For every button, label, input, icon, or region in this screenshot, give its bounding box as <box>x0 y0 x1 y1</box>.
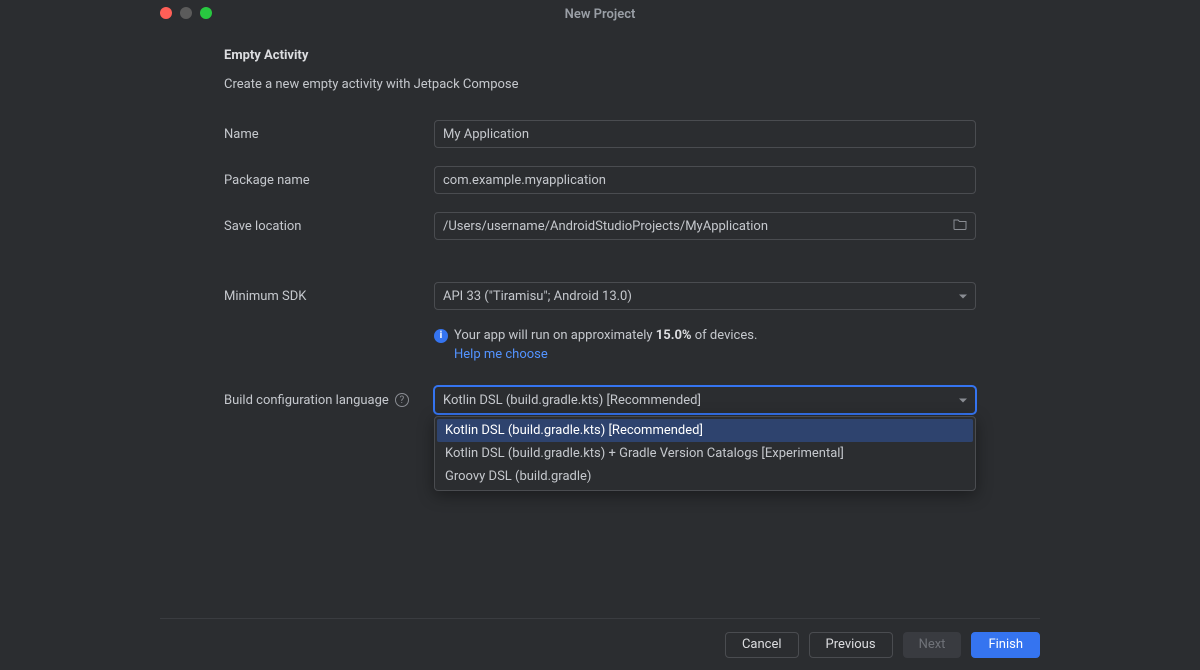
titlebar: New Project <box>0 0 1200 28</box>
package-label: Package name <box>224 173 434 188</box>
build-language-label: Build configuration language ? <box>224 393 434 408</box>
save-location-value: /Users/username/AndroidStudioProjects/My… <box>443 219 768 234</box>
main-content: Empty Activity Create a new empty activi… <box>224 48 976 432</box>
info-icon: i <box>434 329 448 343</box>
window-controls <box>160 7 212 19</box>
build-language-value: Kotlin DSL (build.gradle.kts) [Recommend… <box>443 393 701 408</box>
footer: Cancel Previous Next Finish <box>160 618 1040 670</box>
name-input-value: My Application <box>443 127 529 142</box>
dropdown-option-groovy[interactable]: Groovy DSL (build.gradle) <box>437 465 973 488</box>
device-coverage-info: i Your app will run on approximately 15.… <box>224 328 976 343</box>
save-location-input[interactable]: /Users/username/AndroidStudioProjects/My… <box>434 212 976 240</box>
minimize-icon[interactable] <box>180 7 192 19</box>
save-location-label: Save location <box>224 219 434 234</box>
package-input-value: com.example.myapplication <box>443 173 606 188</box>
chevron-down-icon <box>959 393 967 408</box>
chevron-down-icon <box>959 289 967 304</box>
minsdk-row: Minimum SDK API 33 ("Tiramisu"; Android … <box>224 282 976 310</box>
build-language-row: Build configuration language ? Kotlin DS… <box>224 386 976 414</box>
minsdk-label: Minimum SDK <box>224 289 434 304</box>
folder-icon[interactable] <box>953 218 967 234</box>
save-location-row: Save location /Users/username/AndroidStu… <box>224 212 976 240</box>
device-coverage-text: Your app will run on approximately 15.0%… <box>454 328 757 343</box>
next-button: Next <box>903 632 962 658</box>
dropdown-option-kotlin-recommended[interactable]: Kotlin DSL (build.gradle.kts) [Recommend… <box>437 419 973 442</box>
minsdk-value: API 33 ("Tiramisu"; Android 13.0) <box>443 289 632 304</box>
page-subheading: Create a new empty activity with Jetpack… <box>224 77 976 92</box>
close-icon[interactable] <box>160 7 172 19</box>
build-language-select[interactable]: Kotlin DSL (build.gradle.kts) [Recommend… <box>434 386 976 414</box>
name-label: Name <box>224 127 434 142</box>
package-row: Package name com.example.myapplication <box>224 166 976 194</box>
minsdk-select[interactable]: API 33 ("Tiramisu"; Android 13.0) <box>434 282 976 310</box>
maximize-icon[interactable] <box>200 7 212 19</box>
help-icon[interactable]: ? <box>395 393 409 407</box>
help-choose-row: Help me choose <box>224 347 976 362</box>
package-input[interactable]: com.example.myapplication <box>434 166 976 194</box>
finish-button[interactable]: Finish <box>971 632 1040 658</box>
page-heading: Empty Activity <box>224 48 976 63</box>
name-row: Name My Application <box>224 120 976 148</box>
window-title: New Project <box>565 7 636 22</box>
build-language-dropdown: Kotlin DSL (build.gradle.kts) [Recommend… <box>434 416 976 491</box>
help-choose-link[interactable]: Help me choose <box>454 347 548 362</box>
cancel-button[interactable]: Cancel <box>725 632 799 658</box>
new-project-window: New Project Empty Activity Create a new … <box>0 0 1200 670</box>
previous-button[interactable]: Previous <box>809 632 893 658</box>
name-input[interactable]: My Application <box>434 120 976 148</box>
dropdown-option-kotlin-catalogs[interactable]: Kotlin DSL (build.gradle.kts) + Gradle V… <box>437 442 973 465</box>
